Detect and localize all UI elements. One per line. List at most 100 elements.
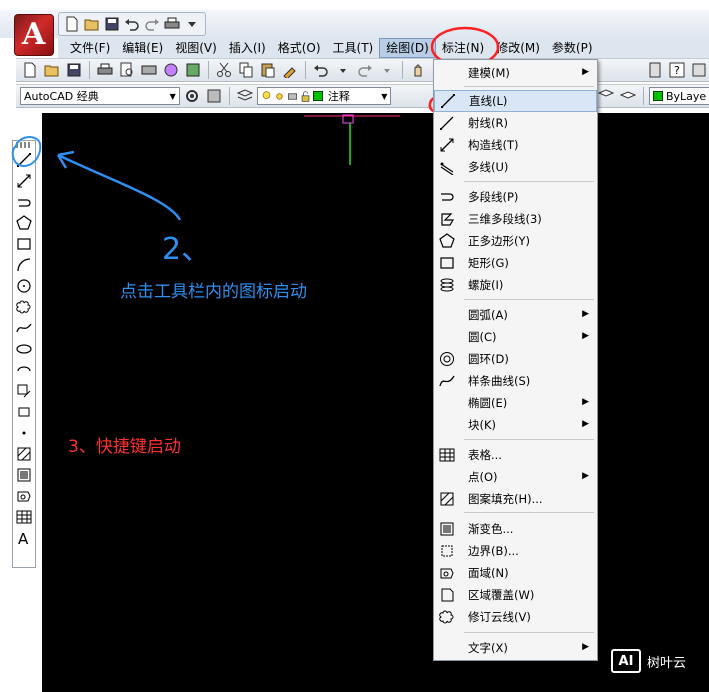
menu-item-helix[interactable]: 螺旋(I) (434, 274, 597, 296)
menu-draw[interactable]: 绘图(D) (379, 38, 436, 58)
ellipse-arc-icon[interactable] (13, 359, 35, 380)
pan-icon[interactable] (408, 60, 428, 80)
redo-icon[interactable] (143, 15, 161, 33)
menu-separator (464, 632, 594, 633)
ellipse-icon[interactable] (13, 338, 35, 359)
menu-item-region[interactable]: 面域(N) (434, 562, 597, 584)
undo-icon[interactable] (123, 15, 141, 33)
toolbar-extra-icon[interactable] (689, 60, 709, 80)
menu-item-block[interactable]: 块(K) ▶ (434, 414, 597, 436)
menu-item-ellipse[interactable]: 椭圆(E) ▶ (434, 392, 597, 414)
save-icon[interactable] (103, 15, 121, 33)
layer-previous-icon[interactable] (618, 86, 638, 106)
menu-item-line[interactable]: 直线(L) (434, 90, 597, 112)
watermark-text: 树叶云 (647, 655, 687, 671)
insert-block-icon[interactable] (13, 380, 35, 401)
lock-ui-icon[interactable] (204, 86, 224, 106)
redo-dropdown-icon[interactable] (377, 60, 397, 80)
save-icon[interactable] (64, 60, 84, 80)
menu-item-xline[interactable]: 构造线(T) (434, 134, 597, 156)
menu-item-mline[interactable]: 多线(U) (434, 156, 597, 178)
menu-item-text[interactable]: 文字(X) ▶ (434, 637, 597, 659)
color-select[interactable]: ByLaye (649, 87, 709, 105)
region-icon[interactable] (13, 485, 35, 506)
qat-dropdown-icon[interactable] (183, 15, 201, 33)
menu-item-revcloud[interactable]: 修订云线(V) (434, 606, 597, 628)
polygon-icon[interactable] (13, 212, 35, 233)
new-icon[interactable] (63, 15, 81, 33)
etransmit-icon[interactable] (183, 60, 203, 80)
publish-icon[interactable] (139, 60, 159, 80)
menu-item-rectangle[interactable]: 矩形(G) (434, 252, 597, 274)
hatch-icon[interactable] (13, 443, 35, 464)
open-icon[interactable] (83, 15, 101, 33)
point-icon[interactable] (13, 422, 35, 443)
menu-edit[interactable]: 编辑(E) (116, 38, 169, 58)
help-icon[interactable]: ? (667, 60, 687, 80)
draw-menu-dropdown: 建模(M) ▶ 直线(L) 射线(R) 构造线(T) 多线(U) 多段线(P) … (433, 59, 598, 661)
paste-icon[interactable] (258, 60, 278, 80)
application-menu-button[interactable]: A (14, 14, 54, 56)
revcloud-icon[interactable] (13, 296, 35, 317)
plot-icon[interactable] (163, 15, 181, 33)
xline-icon[interactable] (13, 170, 35, 191)
workspace-select[interactable]: AutoCAD 经典 ▼ (20, 87, 180, 105)
menu-item-circle[interactable]: 圆(C) ▶ (434, 326, 597, 348)
layer-manager-icon[interactable] (235, 86, 255, 106)
arc-icon[interactable] (13, 254, 35, 275)
menu-item-polygon[interactable]: 正多边形(Y) (434, 230, 597, 252)
linetype-value: ByLaye (666, 89, 707, 103)
make-block-icon[interactable] (13, 401, 35, 422)
circle-icon[interactable] (13, 275, 35, 296)
copy-icon[interactable] (236, 60, 256, 80)
multiline-text-icon[interactable]: A (13, 527, 35, 548)
watermark-logo: AI (611, 649, 641, 673)
menu-item-point[interactable]: 点(O) ▶ (434, 466, 597, 488)
new-icon[interactable] (20, 60, 40, 80)
menu-item-3dpoly[interactable]: 三维多段线(3) (434, 208, 597, 230)
cut-icon[interactable] (214, 60, 234, 80)
menu-modify[interactable]: 修改(M) (490, 38, 546, 58)
menu-item-spline[interactable]: 样条曲线(S) (434, 370, 597, 392)
layer-select[interactable]: 注释 ▼ (256, 87, 392, 105)
undo-dropdown-icon[interactable] (333, 60, 353, 80)
polyline-icon[interactable] (13, 191, 35, 212)
plot-icon[interactable] (95, 60, 115, 80)
spline-icon[interactable] (13, 317, 35, 338)
redo-icon[interactable] (355, 60, 375, 80)
calculator-icon[interactable] (645, 60, 665, 80)
gradient-icon[interactable] (13, 464, 35, 485)
plot-preview-icon[interactable] (117, 60, 137, 80)
menu-insert[interactable]: 插入(I) (223, 38, 272, 58)
menu-item-arc[interactable]: 圆弧(A) ▶ (434, 304, 597, 326)
menu-item-hatch[interactable]: 图案填充(H)... (434, 488, 597, 510)
menu-item-table[interactable]: 表格... (434, 444, 597, 466)
menu-item-wipeout[interactable]: 区域覆盖(W) (434, 584, 597, 606)
menu-tools[interactable]: 工具(T) (327, 38, 380, 58)
autocad-window: A 文件(F) 编辑(E) 视图(V) 插入(I) 格式(O) 工具(T) 绘图… (0, 0, 709, 692)
menu-item-donut[interactable]: 圆环(D) (434, 348, 597, 370)
table-icon[interactable] (13, 506, 35, 527)
toolbar-separator (643, 87, 644, 105)
open-icon[interactable] (42, 60, 62, 80)
menu-separator (464, 512, 594, 513)
undo-icon[interactable] (311, 60, 331, 80)
menu-view[interactable]: 视图(V) (169, 38, 223, 58)
line-icon[interactable] (13, 149, 35, 170)
workspace-settings-icon[interactable] (182, 86, 202, 106)
watermark: AI 树叶云 (611, 646, 707, 676)
toolbar-grip[interactable] (16, 142, 32, 148)
menu-item-gradient[interactable]: 渐变色... (434, 518, 597, 540)
menu-dimension[interactable]: 标注(N) (436, 38, 490, 58)
match-properties-icon[interactable] (280, 60, 300, 80)
menu-parametric[interactable]: 参数(P) (546, 38, 599, 58)
menu-item-ray[interactable]: 射线(R) (434, 112, 597, 134)
3d-dwf-icon[interactable] (161, 60, 181, 80)
menu-format[interactable]: 格式(O) (272, 38, 327, 58)
menu-file[interactable]: 文件(F) (64, 38, 116, 58)
menu-item-boundary[interactable]: 边界(B)... (434, 540, 597, 562)
menu-item-modeling[interactable]: 建模(M) ▶ (434, 62, 597, 84)
drawing-canvas[interactable] (42, 113, 709, 692)
menu-item-polyline[interactable]: 多段线(P) (434, 186, 597, 208)
rectangle-icon[interactable] (13, 233, 35, 254)
